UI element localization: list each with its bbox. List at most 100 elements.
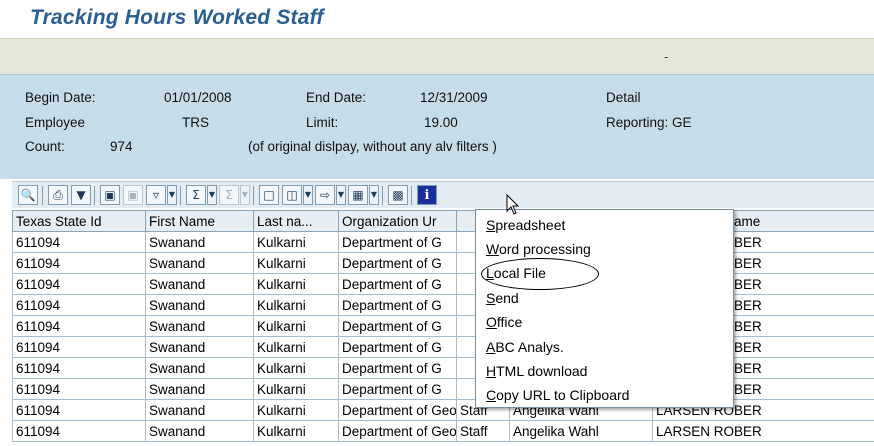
menu-item-label: Local File [486, 265, 546, 281]
table-cell[interactable]: 611094 [12, 252, 146, 274]
table-cell[interactable]: Kulkarni [253, 252, 339, 274]
filter-icon[interactable]: ▼ [71, 185, 91, 205]
column-header[interactable]: First Name [145, 210, 254, 232]
menu-item-office[interactable]: Office [485, 311, 725, 334]
table-cell[interactable]: 611094 [12, 336, 146, 358]
begin-date-value: 01/01/2008 [164, 90, 232, 105]
toolbar-separator [180, 186, 181, 205]
table-row[interactable]: 611094SwanandKulkarniDepartment of Geogr… [12, 399, 874, 421]
table-row[interactable]: 611094SwanandKulkarniDepartment of GLARS… [12, 315, 874, 337]
table-cell[interactable]: Department of G [338, 315, 457, 337]
table-row[interactable]: 611094SwanandKulkarniDepartment of GLARS… [12, 273, 874, 295]
employee-value: TRS [182, 115, 209, 130]
table-row[interactable]: 611094SwanandKulkarniDepartment of GLARS… [12, 294, 874, 316]
table-cell[interactable]: Department of Geograph [338, 399, 457, 421]
table-cell[interactable]: 611094 [12, 378, 146, 400]
table-cell[interactable]: Kulkarni [253, 294, 339, 316]
abc-analysis-icon[interactable]: ▩ [388, 185, 408, 205]
alv-toolbar: 🔍 ⎙ ▼ ▣ ▣ ▿ ▼ Σ ▼ Σ ▼ □ ◫ ▼ ⇨ ▼ ▦ ▼ ▩ i [12, 181, 874, 208]
table-cell[interactable]: Staff [456, 420, 510, 442]
print-icon[interactable]: ⎙ [48, 185, 68, 205]
table-cell[interactable]: Kulkarni [253, 315, 339, 337]
table-cell[interactable]: Swanand [145, 378, 254, 400]
export-dropdown-icon[interactable]: ▼ [336, 185, 346, 205]
table-cell[interactable]: 611094 [12, 357, 146, 379]
views-icon[interactable]: ◫ [282, 185, 302, 205]
column-header[interactable]: Last na... [253, 210, 339, 232]
table-row[interactable]: 611094SwanandKulkarniDepartment of GLARS… [12, 357, 874, 379]
title-bar: Tracking Hours Worked Staff [0, 0, 874, 36]
table-cell[interactable]: Swanand [145, 357, 254, 379]
count-note: (of original dislpay, without any alv fi… [248, 139, 497, 154]
table-cell[interactable]: Swanand [145, 252, 254, 274]
menu-item-send[interactable]: Send [485, 287, 725, 310]
menu-item-local-file[interactable]: Local File [485, 262, 725, 285]
column-header[interactable]: Organization Ur [338, 210, 457, 232]
table-cell[interactable]: Department of G [338, 294, 457, 316]
menu-item-copy-url[interactable]: Copy URL to Clipboard [485, 384, 725, 407]
toolbar-separator [42, 186, 43, 205]
table-cell[interactable]: Swanand [145, 273, 254, 295]
menu-item-html-download[interactable]: HTML download [485, 360, 725, 383]
begin-date-label: Begin Date: [25, 90, 96, 105]
views-dropdown-icon[interactable]: ▼ [303, 185, 313, 205]
table-cell[interactable]: 611094 [12, 420, 146, 442]
table-cell[interactable]: 611094 [12, 315, 146, 337]
table-cell[interactable]: LARSEN ROBER [652, 420, 874, 442]
table-cell[interactable]: 611094 [12, 273, 146, 295]
table-cell[interactable]: Department of G [338, 273, 457, 295]
table-cell[interactable]: Swanand [145, 231, 254, 253]
table-cell[interactable]: Kulkarni [253, 399, 339, 421]
subtotal-dropdown-icon: ▼ [240, 185, 250, 205]
table-row[interactable]: 611094SwanandKulkarniDepartment of Geogr… [12, 420, 874, 442]
table-cell[interactable]: Kulkarni [253, 378, 339, 400]
detail-label: Detail [606, 90, 641, 105]
table-cell[interactable]: Department of G [338, 231, 457, 253]
application-toolbar: - [0, 38, 874, 74]
table-cell[interactable]: Swanand [145, 420, 254, 442]
limit-value: 19.00 [424, 115, 458, 130]
export-icon[interactable]: ⇨ [315, 185, 335, 205]
set-filter-icon[interactable]: ▿ [146, 185, 166, 205]
information-icon[interactable]: i [417, 185, 437, 205]
table-cell[interactable]: 611094 [12, 294, 146, 316]
table-cell[interactable]: Kulkarni [253, 357, 339, 379]
column-header[interactable]: Texas State Id [12, 210, 146, 232]
table-cell[interactable]: Department of G [338, 252, 457, 274]
table-cell[interactable]: Department of G [338, 336, 457, 358]
table-cell[interactable]: Kulkarni [253, 336, 339, 358]
table-cell[interactable]: Department of G [338, 378, 457, 400]
total-icon[interactable]: Σ [186, 185, 206, 205]
menu-item-word-processing[interactable]: Word processing [485, 238, 725, 261]
table-cell[interactable]: 611094 [12, 399, 146, 421]
table-cell[interactable]: Swanand [145, 399, 254, 421]
page-title: Tracking Hours Worked Staff [30, 6, 324, 29]
end-date-value: 12/31/2009 [420, 90, 488, 105]
table-cell[interactable]: Kulkarni [253, 231, 339, 253]
print-preview-icon[interactable]: □ [259, 185, 279, 205]
change-layout-icon[interactable]: ▦ [348, 185, 368, 205]
table-cell[interactable]: Swanand [145, 315, 254, 337]
table-cell[interactable]: Department of G [338, 357, 457, 379]
table-cell[interactable]: Kulkarni [253, 273, 339, 295]
menu-item-spreadsheet[interactable]: Spreadsheet [485, 214, 725, 237]
menu-item-abc-analysis[interactable]: ABC Analys. [485, 336, 725, 359]
details-icon[interactable]: 🔍 [18, 185, 38, 205]
table-cell[interactable]: 611094 [12, 231, 146, 253]
table-row[interactable]: 611094SwanandKulkarniDepartment of GLARS… [12, 378, 874, 400]
filter-dropdown-icon[interactable]: ▼ [167, 185, 177, 205]
layout-dropdown-icon[interactable]: ▼ [369, 185, 379, 205]
table-row[interactable]: 611094SwanandKulkarniDepartment of GLARS… [12, 336, 874, 358]
find-icon[interactable]: ▣ [100, 185, 120, 205]
total-dropdown-icon[interactable]: ▼ [207, 185, 217, 205]
table-cell[interactable]: Angelika Wahl [509, 420, 653, 442]
reporting-label: Reporting: GE [606, 115, 692, 130]
table-cell[interactable]: Swanand [145, 336, 254, 358]
table-row[interactable]: 611094SwanandKulkarniDepartment of GLARS… [12, 252, 874, 274]
table-cell[interactable]: Kulkarni [253, 420, 339, 442]
table-row[interactable]: 611094SwanandKulkarniDepartment of GLARS… [12, 231, 874, 253]
report-header-panel: Begin Date: 01/01/2008 End Date: 12/31/2… [0, 74, 874, 179]
table-cell[interactable]: Swanand [145, 294, 254, 316]
table-cell[interactable]: Department of Geograph [338, 420, 457, 442]
results-table: Texas State Id First Name Last na... Org… [12, 210, 874, 442]
